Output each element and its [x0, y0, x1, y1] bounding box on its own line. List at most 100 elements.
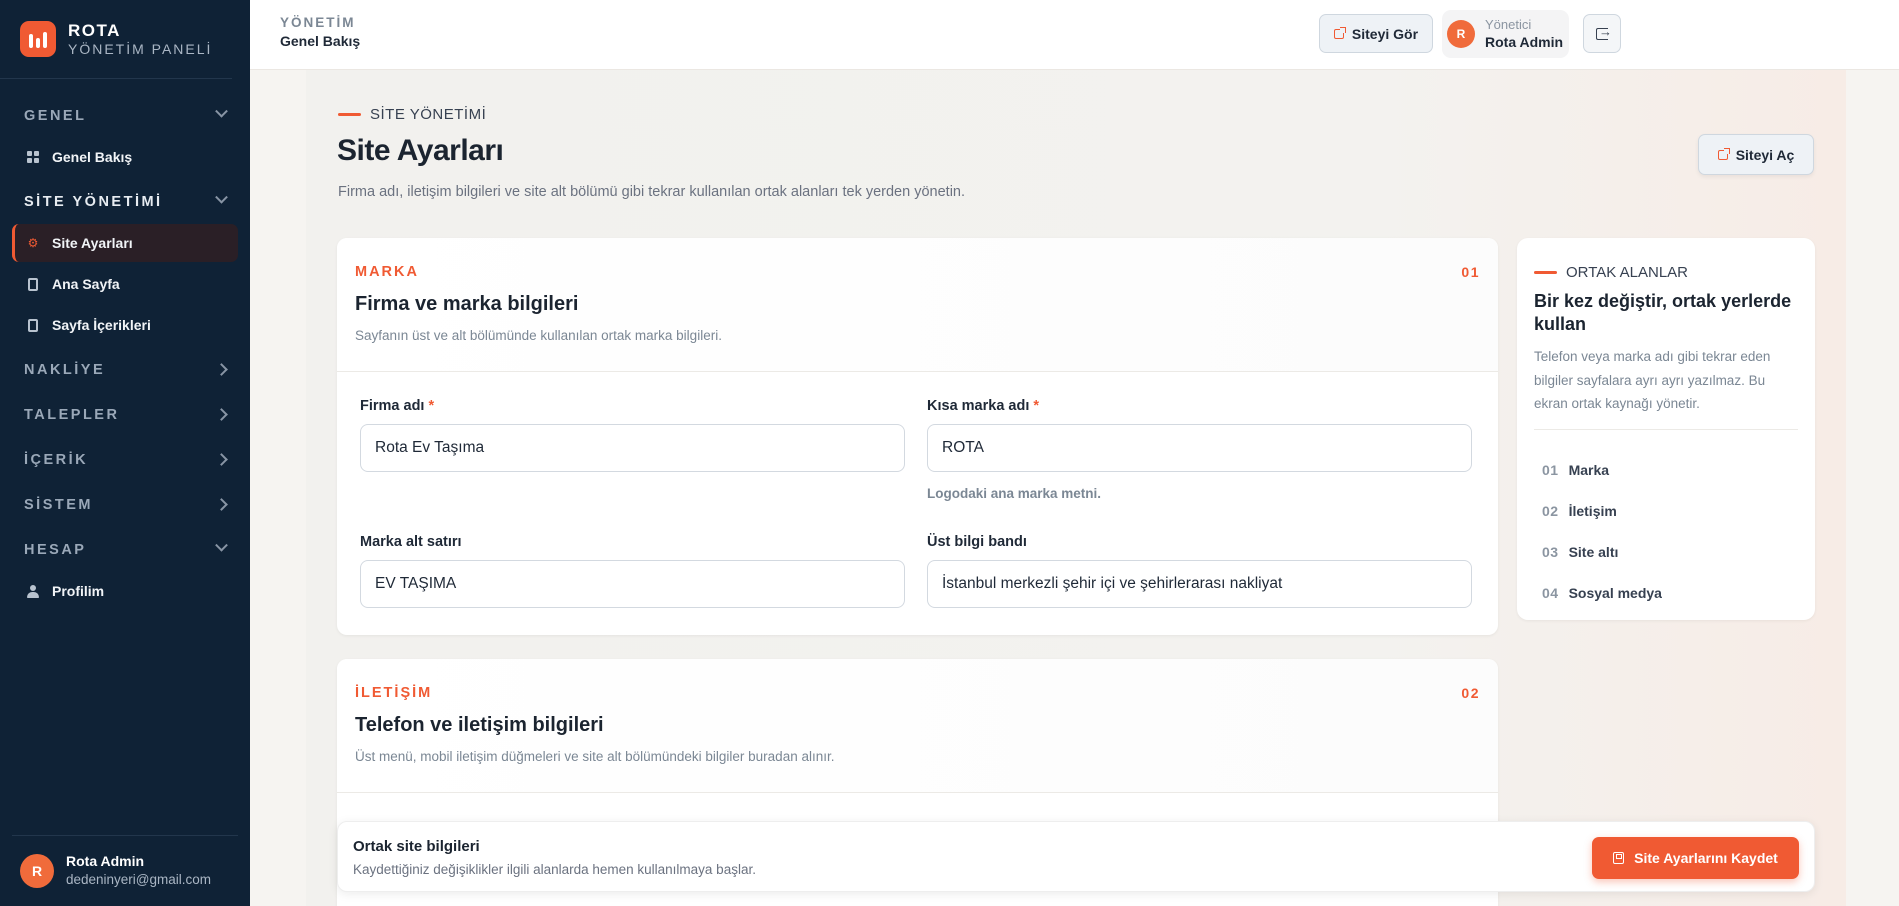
kisa-marka-input[interactable]: ROTA — [927, 424, 1472, 472]
chevron-right-icon — [215, 363, 228, 376]
nav-section-label: NAKLİYE — [24, 361, 106, 378]
card-kicker: İLETİŞİM — [355, 685, 433, 701]
chevron-right-icon — [215, 498, 228, 511]
view-site-label: Siteyi Gör — [1351, 25, 1419, 42]
nav-section-hesap[interactable]: HESAP — [12, 527, 238, 572]
card-header: İLETİŞİM 02 Telefon ve iletişim bilgiler… — [337, 659, 1498, 793]
sidebar-item-label: Sayfa İçerikleri — [52, 317, 151, 333]
card-description: Sayfanın üst ve alt bölümünde kullanılan… — [355, 328, 722, 343]
save-icon — [1613, 852, 1625, 864]
sidebar-item-label: Profilim — [52, 583, 105, 599]
external-link-icon — [1333, 26, 1346, 39]
required-mark: * — [428, 398, 435, 414]
sidebar-item-ana-sayfa[interactable]: Ana Sayfa — [12, 265, 238, 303]
nav-section-genel[interactable]: GENEL — [12, 93, 238, 138]
chevron-down-icon — [215, 190, 228, 204]
breadcrumb-current: Genel Bakış — [280, 33, 361, 50]
sidebar-item-sayfa-icerikleri[interactable]: Sayfa İçerikleri — [12, 306, 238, 344]
document-icon — [26, 277, 40, 291]
save-bar: Ortak site bilgileri Kaydettiğiniz değiş… — [337, 821, 1815, 892]
sidebar-item-site-ayarlari[interactable]: ⚙ Site Ayarları — [12, 224, 238, 262]
sidebar-user[interactable]: R Rota Admin dedeninyeri@gmail.com — [12, 835, 238, 906]
user-name: Rota Admin — [1485, 34, 1564, 51]
open-site-button[interactable]: Siteyi Aç — [1698, 134, 1814, 175]
gear-icon: ⚙ — [27, 236, 39, 250]
document-icon — [26, 318, 40, 332]
save-button[interactable]: Site Ayarlarını Kaydet — [1592, 837, 1799, 879]
chevron-right-icon — [215, 408, 228, 421]
view-site-button[interactable]: Siteyi Gör — [1319, 14, 1433, 53]
panel-description: Telefon veya marka adı gibi tekrar eden … — [1534, 349, 1771, 412]
save-button-label: Site Ayarlarını Kaydet — [1634, 850, 1778, 866]
breadcrumb-parent: YÖNETİM — [280, 15, 356, 30]
panel-eyebrow: ORTAK ALANLAR — [1534, 264, 1688, 281]
section-nav-list: 01 Marka 02 İletişim 03 Site altı 04 Sosyal … — [1542, 449, 1662, 613]
accent-dash — [1534, 271, 1557, 274]
card-kicker: MARKA — [355, 264, 419, 280]
user-menu[interactable]: R Yönetici Rota Admin — [1442, 10, 1569, 58]
ust-bilgi-bandi-field: Üst bilgi bandı İstanbul merkezli şehir … — [927, 534, 1472, 608]
page-title: Site Ayarları — [337, 134, 504, 167]
field-label: Marka alt satırı — [360, 534, 462, 550]
divider — [1534, 429, 1798, 430]
kisa-marka-field: Kısa marka adı * ROTA Logodaki ana marka … — [927, 398, 1472, 501]
page-eyebrow: SİTE YÖNETİMİ — [338, 106, 486, 123]
field-help: Logodaki ana marka metni. — [927, 486, 1102, 501]
user-role: Yönetici — [1485, 16, 1532, 32]
nav-section-label: GENEL — [24, 107, 87, 124]
nav-section-talepler[interactable]: TALEPLER — [12, 392, 238, 437]
chevron-right-icon — [215, 453, 228, 466]
external-link-icon — [1717, 147, 1730, 160]
sidebar-item-label: Ana Sayfa — [52, 276, 120, 292]
nav-section-label: İÇERİK — [24, 451, 89, 468]
marka-alt-satiri-input[interactable]: EV TAŞIMA — [360, 560, 905, 608]
sidebar-item-label: Genel Bakış — [52, 149, 133, 165]
required-mark: * — [1033, 398, 1040, 414]
card-header: MARKA 01 Firma ve marka bilgileri Sayfan… — [337, 238, 1498, 372]
nav-section-sistem[interactable]: SİSTEM — [12, 482, 238, 527]
user-name: Rota Admin — [66, 852, 145, 869]
page-description: Firma adı, iletişim bilgileri ve site al… — [338, 184, 966, 200]
panel-title: Bir kez değiştir, ortak yerlerde kullan — [1534, 291, 1792, 335]
logout-button[interactable] — [1583, 14, 1621, 53]
card-number: 02 — [1461, 685, 1480, 701]
firma-adi-input[interactable]: Rota Ev Taşıma — [360, 424, 905, 472]
user-icon — [26, 584, 40, 598]
nav-section-label: SİSTEM — [24, 496, 93, 513]
nav-section-nakliye[interactable]: NAKLİYE — [12, 347, 238, 392]
logout-icon — [1596, 24, 1612, 40]
card-title: Firma ve marka bilgileri — [355, 293, 579, 315]
avatar: R — [20, 854, 54, 888]
brand[interactable]: ROTA YÖNETİM PANELİ — [0, 0, 232, 79]
chevron-down-icon — [215, 538, 228, 552]
page-eyebrow-label: SİTE YÖNETİMİ — [370, 106, 487, 123]
topbar: YÖNETİM Genel Bakış — [250, 0, 1899, 70]
accent-dash — [338, 113, 361, 116]
save-bar-title: Ortak site bilgileri — [353, 838, 480, 855]
nav-section-label: SİTE YÖNETİMİ — [24, 193, 163, 210]
card-title: Telefon ve iletişim bilgileri — [355, 714, 604, 736]
firma-adi-field: Firma adı * Rota Ev Taşıma — [360, 398, 905, 472]
sidebar-nav: GENEL Genel Bakış SİTE YÖNETİMİ ⚙ Site A… — [0, 79, 250, 610]
section-link-sosyal-medya[interactable]: 04 Sosyal medya — [1542, 572, 1662, 613]
ust-bilgi-bandi-input[interactable]: İstanbul merkezli şehir içi ve şehirlera… — [927, 560, 1472, 608]
nav-section-label: TALEPLER — [24, 406, 120, 423]
section-link-marka[interactable]: 01 Marka — [1542, 449, 1662, 490]
dashboard-icon — [26, 150, 40, 164]
sidebar-item-profilim[interactable]: Profilim — [12, 572, 238, 610]
nav-section-site-yonetimi[interactable]: SİTE YÖNETİMİ — [12, 179, 238, 224]
nav-section-label: HESAP — [24, 541, 87, 558]
save-bar-description: Kaydettiğiniz değişiklikler ilgili alanl… — [353, 862, 756, 877]
field-label: Firma adı * — [360, 398, 435, 414]
sidebar-item-label: Site Ayarları — [52, 235, 133, 251]
user-email: dedeninyeri@gmail.com — [66, 872, 212, 888]
breadcrumb: YÖNETİM Genel Bakış — [280, 14, 360, 51]
brand-logo-icon — [20, 21, 56, 57]
brand-subtitle: YÖNETİM PANELİ — [68, 40, 213, 57]
sidebar-item-genel-bakis[interactable]: Genel Bakış — [12, 138, 238, 176]
shared-fields-panel: ORTAK ALANLAR Bir kez değiştir, ortak ye… — [1517, 238, 1815, 620]
section-link-iletisim[interactable]: 02 İletişim — [1542, 490, 1662, 531]
nav-section-icerik[interactable]: İÇERİK — [12, 437, 238, 482]
field-label: Üst bilgi bandı — [927, 534, 1027, 550]
section-link-site-alti[interactable]: 03 Site altı — [1542, 531, 1662, 572]
